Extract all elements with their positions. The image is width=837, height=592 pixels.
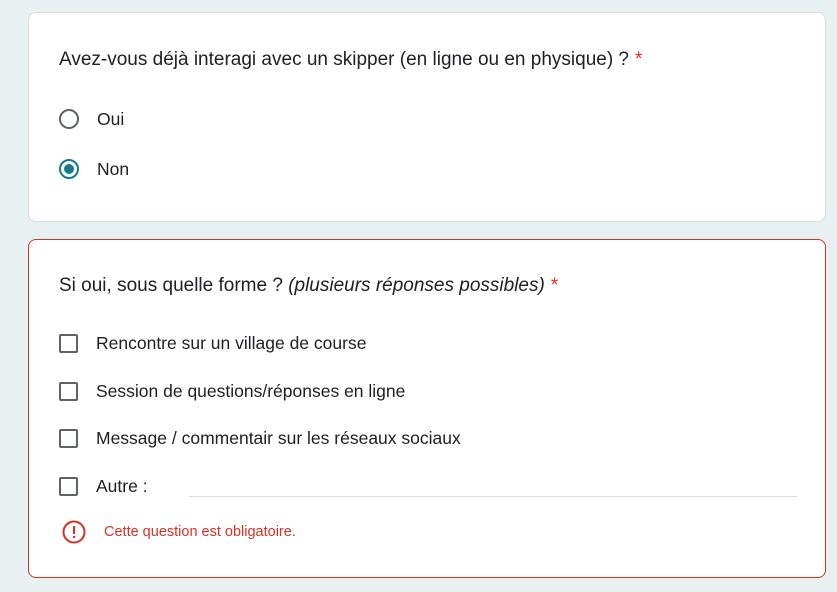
validation-error: Cette question est obligatoire. (62, 520, 296, 544)
checkbox-option-social-media[interactable]: Message / commentair sur les réseaux soc… (59, 425, 461, 451)
checkbox-option-online-qa[interactable]: Session de questions/réponses en ligne (59, 378, 405, 404)
radio-option-non[interactable]: Non (59, 156, 129, 182)
radio-button-checked-icon[interactable] (59, 159, 79, 179)
checkbox-unchecked-icon[interactable] (59, 476, 78, 496)
checkbox-option-label: Message / commentair sur les réseaux soc… (96, 427, 461, 448)
checkbox-option-label: Autre : (96, 475, 148, 496)
question-card-skipper-interaction: Avez-vous déjà interagi avec un skipper … (28, 12, 826, 222)
radio-option-oui[interactable]: Oui (59, 106, 124, 132)
question-hint: (plusieurs réponses possibles) (288, 275, 545, 296)
checkbox-option-label: Rencontre sur un village de course (96, 332, 367, 353)
other-text-input[interactable] (189, 496, 797, 497)
radio-option-label: Non (97, 158, 130, 179)
required-asterisk: * (550, 275, 559, 296)
checkbox-unchecked-icon[interactable] (59, 428, 78, 448)
question-title: Avez-vous déjà interagi avec un skipper … (59, 48, 642, 72)
question-title: Si oui, sous quelle forme ? (plusieurs r… (59, 274, 558, 298)
checkbox-option-village[interactable]: Rencontre sur un village de course (59, 330, 366, 356)
checkbox-unchecked-icon[interactable] (59, 381, 78, 401)
question-title-text: Avez-vous déjà interagi avec un skipper … (59, 49, 629, 70)
error-circle-icon (62, 520, 86, 544)
checkbox-option-label: Session de questions/réponses en ligne (96, 380, 406, 401)
checkbox-unchecked-icon[interactable] (59, 333, 78, 353)
error-message: Cette question est obligatoire. (104, 524, 296, 540)
required-asterisk: * (635, 49, 643, 70)
radio-button-unchecked-icon[interactable] (59, 109, 79, 129)
checkbox-option-other[interactable]: Autre : (59, 473, 148, 499)
radio-option-label: Oui (97, 108, 125, 129)
question-title-text: Si oui, sous quelle forme ? (59, 275, 283, 296)
question-card-interaction-form: Si oui, sous quelle forme ? (plusieurs r… (28, 239, 826, 578)
